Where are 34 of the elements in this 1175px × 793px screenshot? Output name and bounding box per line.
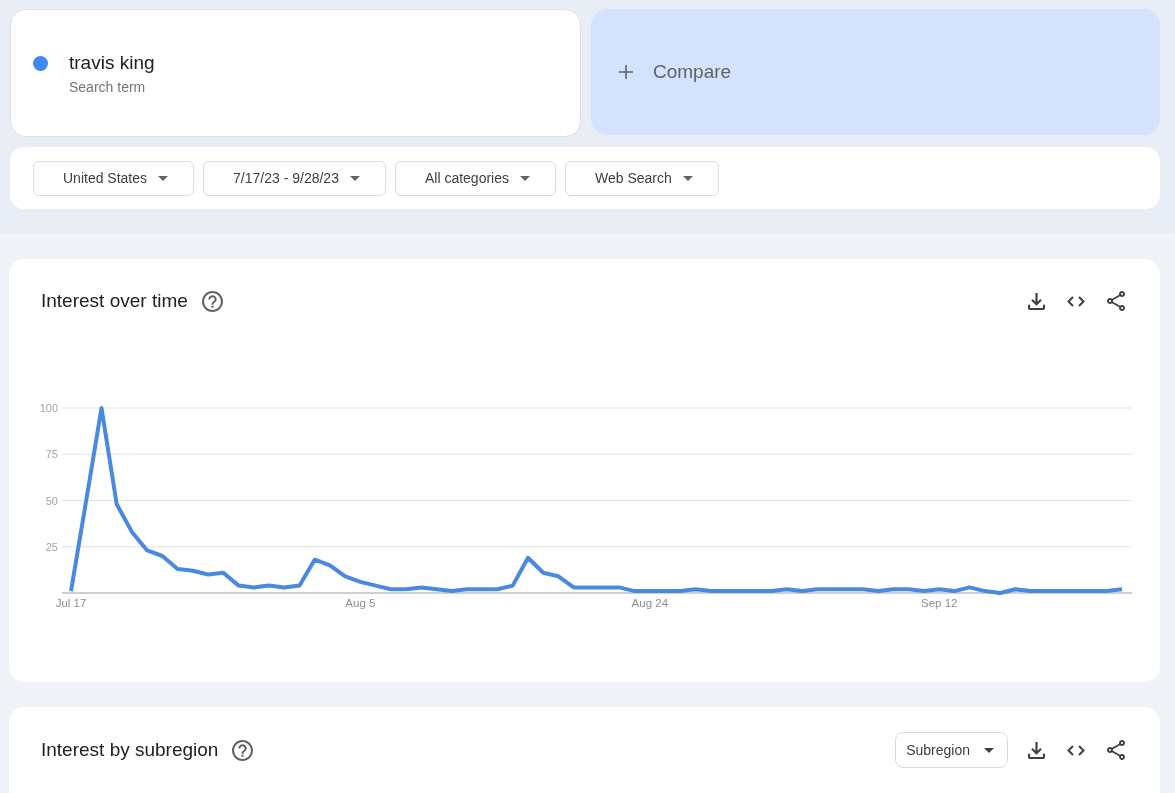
x-axis-label: Aug 24 [631, 597, 669, 609]
code-icon [1067, 295, 1085, 307]
share-icon [1107, 291, 1125, 311]
help-icon[interactable] [232, 739, 254, 761]
search-term: travis king [69, 52, 155, 74]
x-axis-label: Jul 17 [55, 597, 87, 609]
compare-button[interactable]: Compare [591, 9, 1160, 135]
code-icon [1067, 744, 1085, 756]
filter-dropdown[interactable]: All categories [394, 160, 556, 196]
y-axis-label: 100 [39, 402, 58, 414]
section-title: Interest by subregion [41, 737, 219, 762]
filter-dropdown[interactable]: Web Search [565, 160, 719, 196]
filter-dropdown[interactable]: 7/17/23 - 9/28/23 [203, 160, 386, 196]
download-icon [1027, 741, 1045, 759]
share-icon [1107, 740, 1125, 760]
caret-icon [349, 175, 360, 181]
caret-icon [520, 175, 530, 181]
share-button[interactable] [1104, 738, 1128, 762]
x-axis-label: Sep 12 [921, 597, 958, 609]
y-axis-label: 75 [45, 448, 58, 461]
section-title: Interest over time [41, 288, 188, 313]
y-axis-label: 50 [45, 494, 58, 507]
caret-icon [984, 747, 994, 753]
help-icon[interactable] [201, 290, 223, 312]
download-icon [1027, 292, 1045, 310]
search-term-caption: Search term [69, 78, 147, 96]
subregion-dropdown[interactable]: Subregion [895, 732, 1008, 768]
caret-icon [682, 175, 693, 181]
share-button[interactable] [1104, 289, 1128, 313]
x-axis-label: Aug 5 [345, 597, 376, 609]
plus-icon [619, 65, 633, 79]
caret-icon [158, 175, 169, 181]
y-axis-label: 25 [45, 540, 58, 553]
filter-dropdown[interactable]: United States [33, 160, 195, 196]
